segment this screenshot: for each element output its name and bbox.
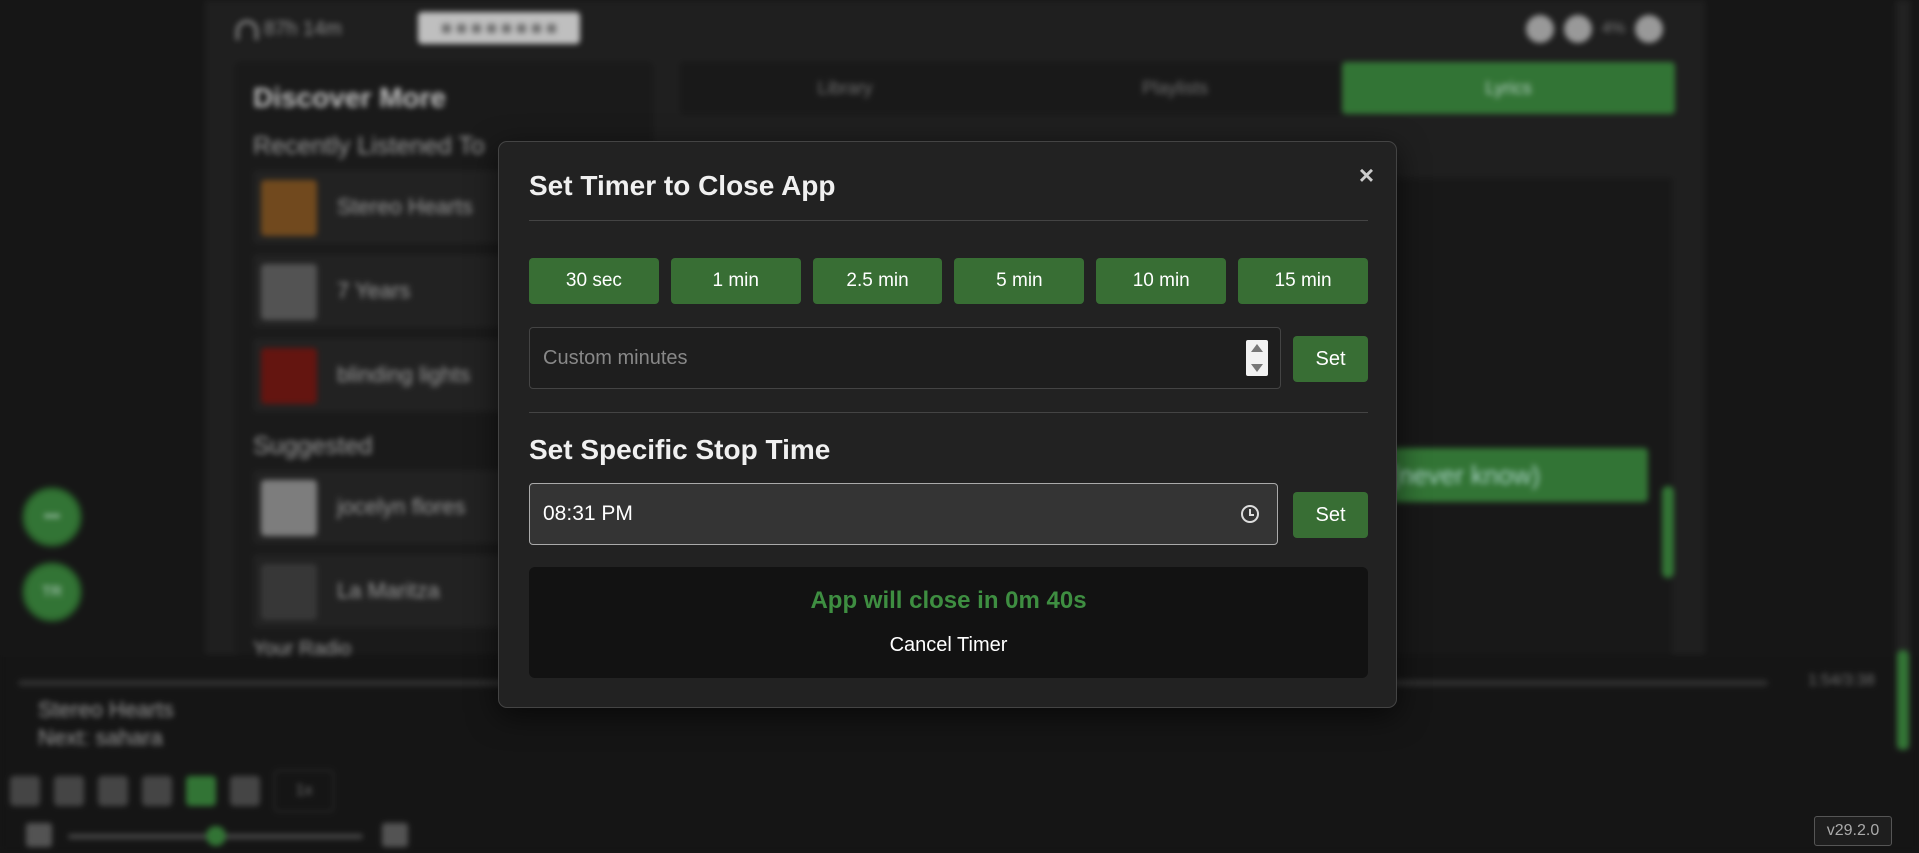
preset-buttons: 30 sec 1 min 2.5 min 5 min 10 min 15 min (529, 258, 1368, 304)
custom-minutes-input[interactable]: Custom minutes (529, 327, 1281, 389)
version-badge: v29.2.0 (1814, 816, 1892, 846)
timer-status-box: App will close in 0m 40s Cancel Timer (529, 567, 1368, 678)
section-title: Set Specific Stop Time (529, 434, 831, 465)
spinner-down-icon[interactable] (1251, 364, 1263, 372)
divider (529, 412, 1368, 413)
preset-30sec-button[interactable]: 30 sec (529, 258, 659, 304)
timer-modal: Set Timer to Close App × 30 sec 1 min 2.… (498, 141, 1397, 708)
spinner-up-icon[interactable] (1251, 344, 1263, 352)
custom-minutes-placeholder: Custom minutes (543, 347, 688, 369)
preset-15min-button[interactable]: 15 min (1238, 258, 1368, 304)
preset-1min-button[interactable]: 1 min (670, 258, 801, 304)
preset-10min-button[interactable]: 10 min (1096, 258, 1227, 304)
set-stop-time-button[interactable]: Set (1293, 492, 1368, 538)
modal-title: Set Timer to Close App (529, 170, 836, 201)
clock-icon[interactable] (1241, 505, 1259, 523)
set-custom-button[interactable]: Set (1293, 336, 1368, 382)
preset-2-5min-button[interactable]: 2.5 min (812, 258, 943, 304)
preset-5min-button[interactable]: 5 min (954, 258, 1085, 304)
stop-time-input[interactable]: 08:31 PM (529, 483, 1278, 545)
timer-status-text: App will close in 0m 40s (810, 587, 1087, 614)
stop-time-value: 08:31 PM (543, 502, 633, 525)
divider (529, 220, 1368, 221)
number-spinner[interactable] (1246, 340, 1268, 376)
close-icon[interactable]: × (1359, 160, 1374, 191)
cancel-timer-button[interactable]: Cancel Timer (529, 634, 1368, 657)
